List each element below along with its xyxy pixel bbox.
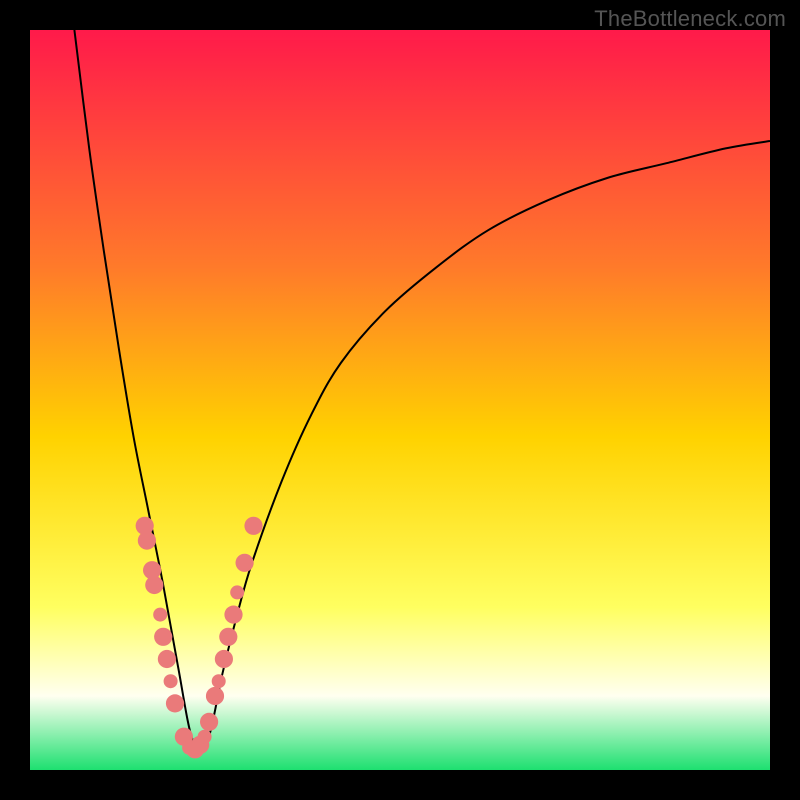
scatter-dot [198,730,212,744]
scatter-dot [230,585,244,599]
scatter-dot [138,532,156,550]
scatter-dot [166,694,184,712]
scatter-dot [158,650,176,668]
scatter-dot [219,628,237,646]
scatter-dot [236,554,254,572]
scatter-dot [153,608,167,622]
scatter-dot [215,650,233,668]
chart-svg [30,30,770,770]
scatter-dot [154,628,172,646]
chart-frame: TheBottleneck.com [0,0,800,800]
plot-area [30,30,770,770]
scatter-dot [244,517,262,535]
scatter-dot [212,674,226,688]
gradient-background [30,30,770,770]
scatter-dot [200,713,218,731]
scatter-dot [206,687,224,705]
watermark-text: TheBottleneck.com [594,6,786,32]
scatter-dot [164,674,178,688]
scatter-dot [145,576,163,594]
scatter-dot [224,606,242,624]
